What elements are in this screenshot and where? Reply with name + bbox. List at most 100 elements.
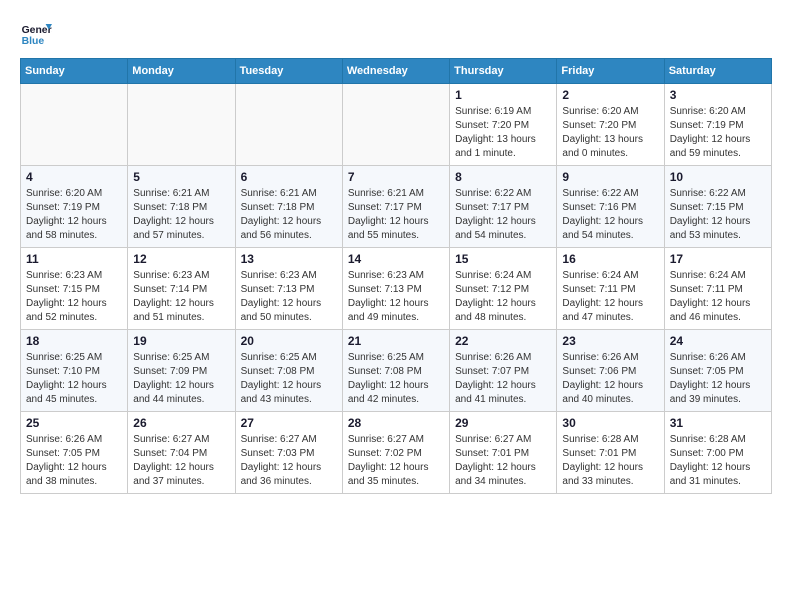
day-number: 10 [670,170,766,184]
day-number: 21 [348,334,444,348]
day-info: Sunrise: 6:21 AM Sunset: 7:18 PM Dayligh… [133,187,229,243]
calendar-cell: 19 Sunrise: 6:25 AM Sunset: 7:09 PM Dayli… [128,330,235,412]
day-number: 28 [348,416,444,430]
day-info: Sunrise: 6:20 AM Sunset: 7:19 PM Dayligh… [26,187,122,243]
day-info: Sunrise: 6:28 AM Sunset: 7:01 PM Dayligh… [562,433,658,489]
day-number: 5 [133,170,229,184]
day-number: 16 [562,252,658,266]
calendar-week-row: 18 Sunrise: 6:25 AM Sunset: 7:10 PM Dayli… [21,330,772,412]
calendar-week-row: 1 Sunrise: 6:19 AM Sunset: 7:20 PM Daylig… [21,84,772,166]
day-info: Sunrise: 6:21 AM Sunset: 7:17 PM Dayligh… [348,187,444,243]
day-info: Sunrise: 6:25 AM Sunset: 7:10 PM Dayligh… [26,351,122,407]
calendar-week-row: 4 Sunrise: 6:20 AM Sunset: 7:19 PM Daylig… [21,166,772,248]
day-info: Sunrise: 6:25 AM Sunset: 7:08 PM Dayligh… [348,351,444,407]
calendar-cell: 8 Sunrise: 6:22 AM Sunset: 7:17 PM Daylig… [450,166,557,248]
day-info: Sunrise: 6:23 AM Sunset: 7:15 PM Dayligh… [26,269,122,325]
weekday-header-row: SundayMondayTuesdayWednesdayThursdayFrid… [21,59,772,84]
weekday-header-saturday: Saturday [664,59,771,84]
day-info: Sunrise: 6:22 AM Sunset: 7:17 PM Dayligh… [455,187,551,243]
logo-icon: General Blue [20,20,52,48]
day-number: 12 [133,252,229,266]
day-info: Sunrise: 6:24 AM Sunset: 7:11 PM Dayligh… [670,269,766,325]
logo: General Blue [20,20,52,48]
svg-text:Blue: Blue [22,36,45,47]
calendar-cell: 2 Sunrise: 6:20 AM Sunset: 7:20 PM Daylig… [557,84,664,166]
calendar-cell: 30 Sunrise: 6:28 AM Sunset: 7:01 PM Dayli… [557,412,664,494]
calendar-cell: 16 Sunrise: 6:24 AM Sunset: 7:11 PM Dayli… [557,248,664,330]
calendar-week-row: 11 Sunrise: 6:23 AM Sunset: 7:15 PM Dayli… [21,248,772,330]
day-number: 30 [562,416,658,430]
day-number: 9 [562,170,658,184]
day-info: Sunrise: 6:27 AM Sunset: 7:03 PM Dayligh… [241,433,337,489]
day-number: 19 [133,334,229,348]
calendar-table: SundayMondayTuesdayWednesdayThursdayFrid… [20,58,772,494]
day-number: 1 [455,88,551,102]
day-info: Sunrise: 6:28 AM Sunset: 7:00 PM Dayligh… [670,433,766,489]
calendar-cell: 22Sunrise: 6:26 AM Sunset: 7:07 PM Dayli… [450,330,557,412]
calendar-cell: 3 Sunrise: 6:20 AM Sunset: 7:19 PM Daylig… [664,84,771,166]
weekday-header-wednesday: Wednesday [342,59,449,84]
calendar-cell [235,84,342,166]
calendar-cell: 10 Sunrise: 6:22 AM Sunset: 7:15 PM Dayli… [664,166,771,248]
day-number: 31 [670,416,766,430]
calendar-cell: 11 Sunrise: 6:23 AM Sunset: 7:15 PM Dayli… [21,248,128,330]
day-info: Sunrise: 6:24 AM Sunset: 7:11 PM Dayligh… [562,269,658,325]
calendar-cell: 27 Sunrise: 6:27 AM Sunset: 7:03 PM Dayli… [235,412,342,494]
calendar-cell: 23Sunrise: 6:26 AM Sunset: 7:06 PM Dayli… [557,330,664,412]
day-info: Sunrise: 6:25 AM Sunset: 7:08 PM Dayligh… [241,351,337,407]
day-number: 26 [133,416,229,430]
day-number: 11 [26,252,122,266]
calendar-cell: 28 Sunrise: 6:27 AM Sunset: 7:02 PM Dayli… [342,412,449,494]
calendar-cell: 14Sunrise: 6:23 AM Sunset: 7:13 PM Dayli… [342,248,449,330]
day-info: Sunrise: 6:21 AM Sunset: 7:18 PM Dayligh… [241,187,337,243]
calendar-cell: 20 Sunrise: 6:25 AM Sunset: 7:08 PM Dayli… [235,330,342,412]
weekday-header-tuesday: Tuesday [235,59,342,84]
calendar-cell: 13 Sunrise: 6:23 AM Sunset: 7:13 PM Dayli… [235,248,342,330]
day-number: 8 [455,170,551,184]
day-info: Sunrise: 6:23 AM Sunset: 7:14 PM Dayligh… [133,269,229,325]
calendar-cell [128,84,235,166]
calendar-cell: 31 Sunrise: 6:28 AM Sunset: 7:00 PM Dayli… [664,412,771,494]
page-header: General Blue [20,20,772,48]
day-info: Sunrise: 6:23 AM Sunset: 7:13 PM Dayligh… [348,269,444,325]
day-number: 3 [670,88,766,102]
day-info: Sunrise: 6:22 AM Sunset: 7:15 PM Dayligh… [670,187,766,243]
day-number: 6 [241,170,337,184]
day-number: 13 [241,252,337,266]
day-info: Sunrise: 6:23 AM Sunset: 7:13 PM Dayligh… [241,269,337,325]
day-number: 25 [26,416,122,430]
day-info: Sunrise: 6:20 AM Sunset: 7:20 PM Dayligh… [562,105,658,161]
day-info: Sunrise: 6:26 AM Sunset: 7:05 PM Dayligh… [670,351,766,407]
day-number: 2 [562,88,658,102]
day-info: Sunrise: 6:27 AM Sunset: 7:04 PM Dayligh… [133,433,229,489]
calendar-cell: 18 Sunrise: 6:25 AM Sunset: 7:10 PM Dayli… [21,330,128,412]
day-number: 4 [26,170,122,184]
calendar-cell: 6 Sunrise: 6:21 AM Sunset: 7:18 PM Daylig… [235,166,342,248]
weekday-header-thursday: Thursday [450,59,557,84]
day-number: 17 [670,252,766,266]
calendar-cell: 25Sunrise: 6:26 AM Sunset: 7:05 PM Dayli… [21,412,128,494]
calendar-week-row: 25Sunrise: 6:26 AM Sunset: 7:05 PM Dayli… [21,412,772,494]
calendar-cell: 29Sunrise: 6:27 AM Sunset: 7:01 PM Dayli… [450,412,557,494]
day-number: 27 [241,416,337,430]
weekday-header-sunday: Sunday [21,59,128,84]
day-number: 24 [670,334,766,348]
calendar-cell: 7Sunrise: 6:21 AM Sunset: 7:17 PM Daylig… [342,166,449,248]
day-info: Sunrise: 6:20 AM Sunset: 7:19 PM Dayligh… [670,105,766,161]
weekday-header-monday: Monday [128,59,235,84]
day-info: Sunrise: 6:19 AM Sunset: 7:20 PM Dayligh… [455,105,551,161]
weekday-header-friday: Friday [557,59,664,84]
calendar-cell: 24 Sunrise: 6:26 AM Sunset: 7:05 PM Dayli… [664,330,771,412]
day-info: Sunrise: 6:24 AM Sunset: 7:12 PM Dayligh… [455,269,551,325]
calendar-cell: 17 Sunrise: 6:24 AM Sunset: 7:11 PM Dayli… [664,248,771,330]
calendar-cell: 15 Sunrise: 6:24 AM Sunset: 7:12 PM Dayli… [450,248,557,330]
day-number: 18 [26,334,122,348]
day-info: Sunrise: 6:25 AM Sunset: 7:09 PM Dayligh… [133,351,229,407]
calendar-cell: 21 Sunrise: 6:25 AM Sunset: 7:08 PM Dayli… [342,330,449,412]
day-number: 20 [241,334,337,348]
day-info: Sunrise: 6:26 AM Sunset: 7:06 PM Dayligh… [562,351,658,407]
calendar-cell: 12 Sunrise: 6:23 AM Sunset: 7:14 PM Dayli… [128,248,235,330]
day-info: Sunrise: 6:27 AM Sunset: 7:02 PM Dayligh… [348,433,444,489]
day-info: Sunrise: 6:26 AM Sunset: 7:07 PM Dayligh… [455,351,551,407]
day-number: 15 [455,252,551,266]
